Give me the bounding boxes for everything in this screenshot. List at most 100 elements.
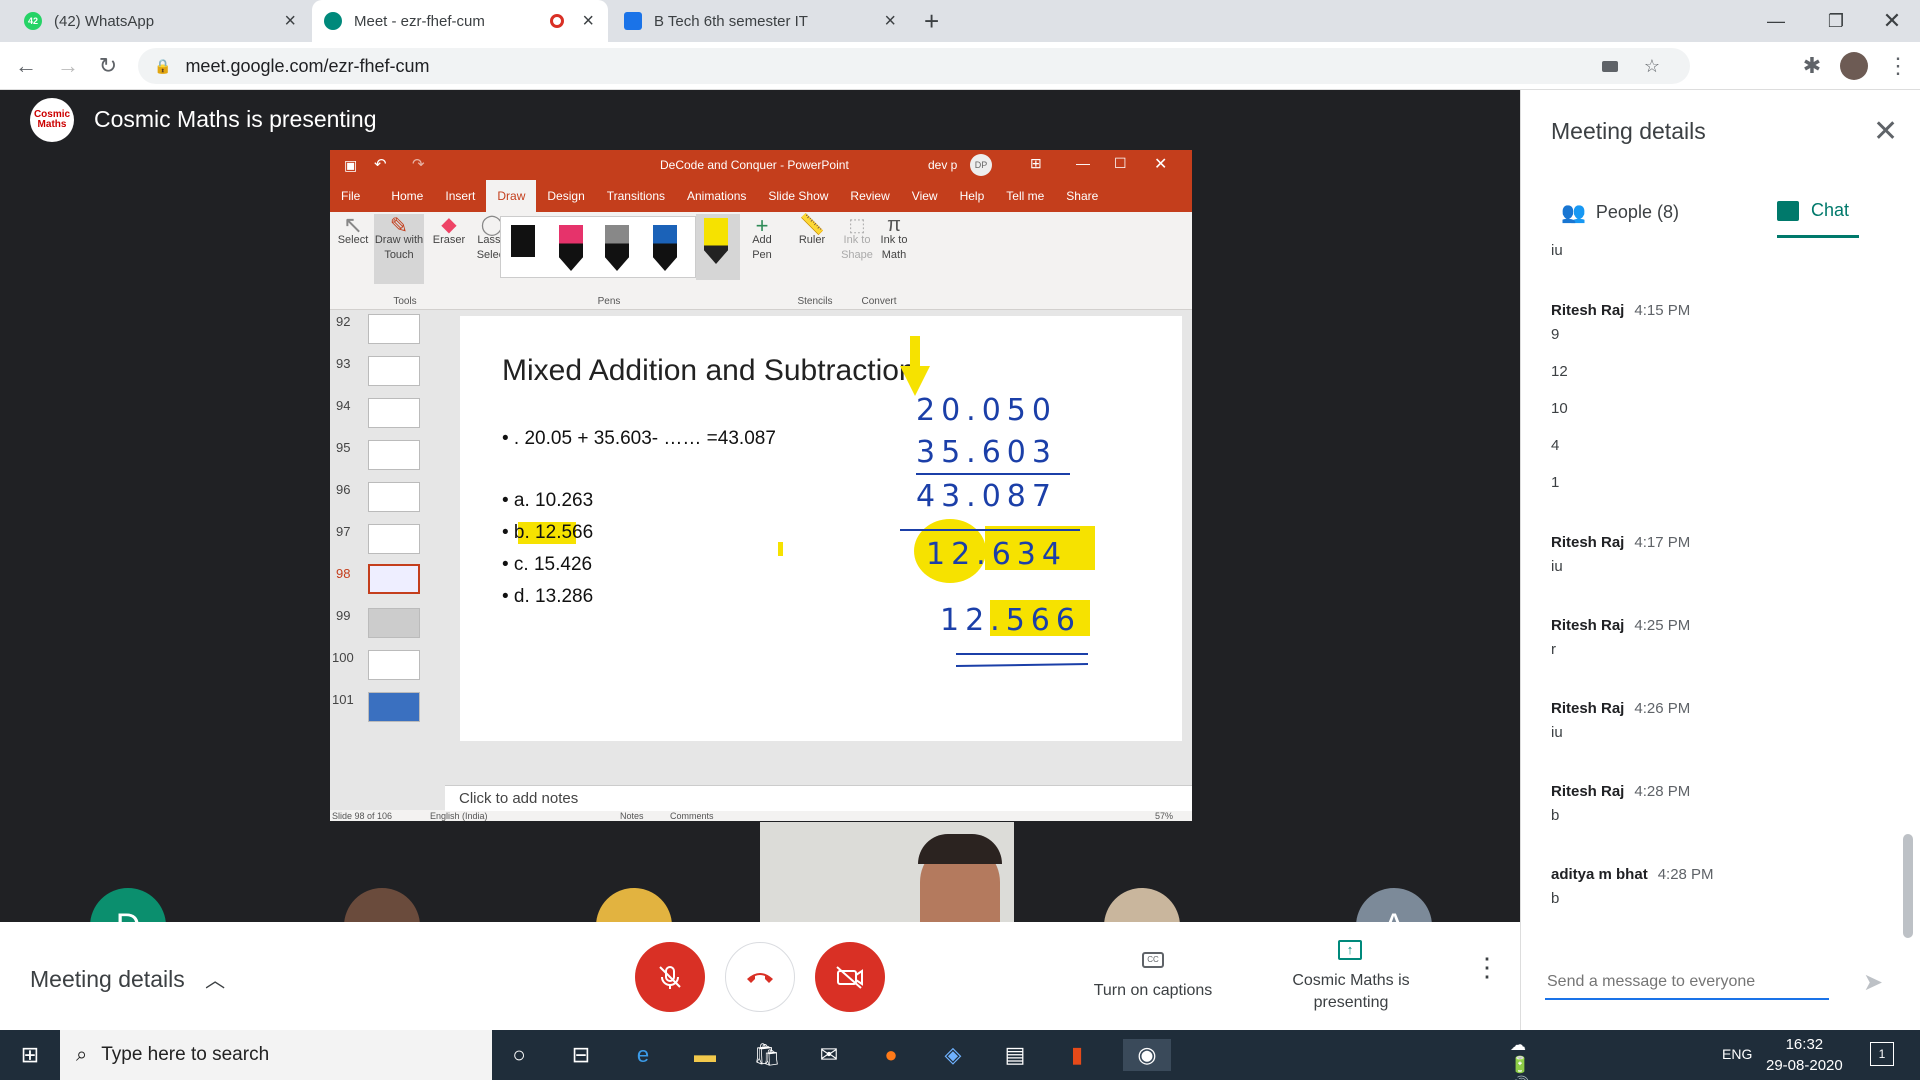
ppt-minimize-icon: — xyxy=(1076,155,1090,171)
windows-start-icon[interactable]: ⊞ xyxy=(14,1039,46,1071)
captions-label[interactable]: Turn on captions xyxy=(1082,982,1224,1000)
chrome-icon[interactable]: ◉ xyxy=(1123,1039,1171,1071)
dropbox-icon[interactable]: ◈ xyxy=(937,1039,969,1071)
ppt-ink-shape-label: Ink to Shape xyxy=(841,234,873,261)
chat-scrollbar[interactable] xyxy=(1903,834,1913,938)
clock-date: 29-08-2020 xyxy=(1766,1057,1843,1074)
task-view-icon[interactable]: ⊟ xyxy=(565,1039,597,1071)
add-pen-icon: + xyxy=(755,213,769,238)
ppt-comments-toggle: Comments xyxy=(670,811,714,821)
browser-tab-bar: 42 (42) WhatsApp × Meet - ezr-fhef-cum ×… xyxy=(0,0,1920,42)
notifications-icon[interactable]: 1 xyxy=(1870,1042,1894,1066)
ppt-user-avatar: DP xyxy=(970,154,992,176)
presenting-status-label[interactable]: Cosmic Maths is presenting xyxy=(1286,970,1416,1014)
chat-messages: iu Ritesh Raj 4:15 PM 9 12 10 4 1 Ritesh … xyxy=(1521,240,1901,920)
close-icon[interactable]: ✕ xyxy=(1873,114,1898,149)
ppt-tab-design: Design xyxy=(547,189,585,203)
ppt-tab-insert: Insert xyxy=(445,189,476,203)
message-time: 4:28 PM xyxy=(1634,783,1691,800)
present-screen-icon[interactable]: ↑ xyxy=(1338,940,1362,960)
more-options-icon[interactable]: ⋮ xyxy=(1474,952,1500,983)
camera-off-button[interactable] xyxy=(815,942,885,1012)
back-button[interactable]: ← xyxy=(10,50,42,82)
tab-whatsapp[interactable]: 42 (42) WhatsApp × xyxy=(12,0,310,42)
chevron-up-icon: ︿ xyxy=(205,970,226,992)
thumb-number: 95 xyxy=(336,440,351,455)
ppt-ruler-label: Ruler xyxy=(798,234,826,246)
participant-video-tile[interactable] xyxy=(760,822,1014,922)
forward-button[interactable]: → xyxy=(52,50,84,82)
tab-meet[interactable]: Meet - ezr-fhef-cum × xyxy=(312,0,608,42)
cortana-icon[interactable]: ○ xyxy=(503,1039,535,1071)
send-icon[interactable]: ➤ xyxy=(1863,968,1883,997)
ppt-ruler: 📏 Ruler xyxy=(794,215,830,248)
ppt-tab-slideshow: Slide Show xyxy=(768,189,829,203)
close-icon[interactable]: × xyxy=(284,10,296,33)
chat-message: Ritesh Raj 4:26 PM iu xyxy=(1551,700,1871,741)
message-text: 4 xyxy=(1551,437,1560,454)
captions-icon[interactable]: CC xyxy=(1142,952,1164,968)
meet-stage: Cosmic Maths Cosmic Maths is presenting … xyxy=(0,90,1520,922)
leave-call-button[interactable] xyxy=(725,942,795,1012)
tab-chat[interactable]: Chat xyxy=(1777,186,1859,238)
tab-classroom[interactable]: B Tech 6th semester IT × xyxy=(612,0,910,42)
lock-icon: 🔒 xyxy=(154,57,172,74)
minimize-button[interactable]: — xyxy=(1746,0,1806,42)
ppt-tab-help: Help xyxy=(959,189,985,203)
meeting-details-button[interactable]: Meeting details ︿ xyxy=(30,964,225,993)
presenter-logo: Cosmic Maths xyxy=(30,98,74,142)
slide-thumbnail xyxy=(368,524,420,554)
office-icon[interactable]: ▮ xyxy=(1061,1039,1093,1071)
restore-button[interactable]: ❐ xyxy=(1806,0,1866,42)
firefox-icon[interactable]: ● xyxy=(875,1039,907,1071)
taskbar-clock[interactable]: 16:32 29-08-2020 xyxy=(1766,1034,1843,1076)
file-explorer-icon[interactable]: ▬ xyxy=(689,1039,721,1071)
taskbar-search[interactable]: ⌕ Type here to search xyxy=(60,1030,492,1080)
bookmark-star-icon[interactable]: ☆ xyxy=(1644,56,1660,77)
extensions-icon[interactable]: ✱ xyxy=(1796,50,1828,82)
meet-controls-bar: Meeting details ︿ CC Turn on captions ↑ … xyxy=(0,922,1520,1030)
amazon-icon[interactable]: ▤ xyxy=(999,1039,1031,1071)
close-icon[interactable]: × xyxy=(884,10,896,33)
ppt-tab-view: View xyxy=(911,189,938,203)
blue-pen-icon xyxy=(653,225,677,271)
ppt-pens-gallery xyxy=(500,216,696,278)
tab-people[interactable]: 👥 People (8) xyxy=(1561,186,1679,238)
slide-thumbnail xyxy=(368,314,420,344)
pink-pen-icon xyxy=(559,225,583,271)
menu-icon[interactable]: ⋮ xyxy=(1882,50,1914,82)
input-language[interactable]: ENG xyxy=(1722,1046,1752,1062)
ppt-ink-math-label: Ink to Math xyxy=(880,234,908,261)
slide-thumbnail-current xyxy=(368,564,420,594)
window-close-button[interactable]: ✕ xyxy=(1862,0,1920,42)
profile-avatar[interactable] xyxy=(1840,52,1868,80)
reload-button[interactable]: ↻ xyxy=(92,50,124,82)
windows-taskbar: ⊞ ⌕ Type here to search ○ ⊟ e ▬ 🛍 ✉ ● ◈ … xyxy=(0,1017,1920,1080)
close-icon[interactable]: × xyxy=(582,10,594,33)
search-icon: ⌕ xyxy=(76,1043,88,1066)
ink-math-icon: π xyxy=(887,214,901,236)
message-text: 1 xyxy=(1551,474,1560,491)
chat-message-input[interactable] xyxy=(1545,966,1829,1000)
chat-message: Ritesh Raj 4:25 PM r xyxy=(1551,617,1871,658)
ppt-group-convert: Convert xyxy=(861,296,897,307)
message-text: 9 xyxy=(1551,326,1560,343)
thumb-number: 101 xyxy=(332,692,354,707)
thumb-number: 100 xyxy=(332,650,354,665)
store-icon[interactable]: 🛍 xyxy=(751,1039,783,1071)
ppt-window-title: DeCode and Conquer - PowerPoint xyxy=(660,158,849,172)
mic-off-button[interactable] xyxy=(635,942,705,1012)
taskbar-search-placeholder: Type here to search xyxy=(101,1044,270,1065)
thumb-number: 94 xyxy=(336,398,351,413)
camera-icon[interactable] xyxy=(1602,60,1618,72)
line-2: 35.603 xyxy=(916,435,1057,470)
ppt-close-icon: ✕ xyxy=(1154,156,1168,173)
ppt-user-name: dev p xyxy=(928,158,958,172)
edge-icon[interactable]: e xyxy=(627,1039,659,1071)
address-bar[interactable]: 🔒 meet.google.com/ezr-fhef-cum ☆ xyxy=(138,48,1690,84)
new-tab-button[interactable]: + xyxy=(924,6,939,37)
tray-icons[interactable]: ⌃ ☁ 🔋 🔊 xyxy=(1510,1017,1542,1080)
slide-thumbnail xyxy=(368,650,420,680)
mail-icon[interactable]: ✉ xyxy=(813,1039,845,1071)
chat-message: Ritesh Raj 4:28 PM b xyxy=(1551,783,1871,824)
